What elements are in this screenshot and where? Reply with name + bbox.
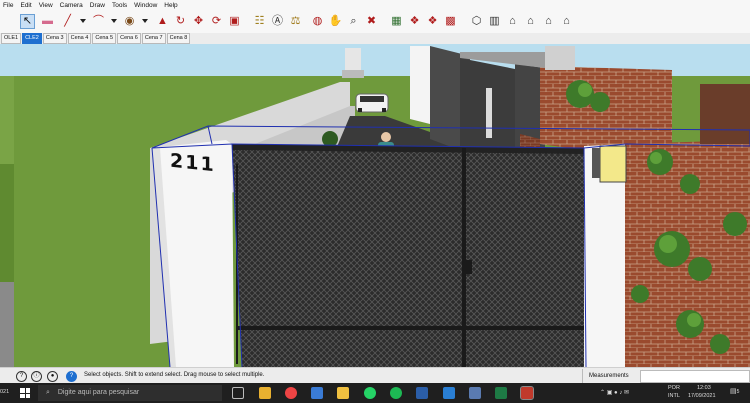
arc-icon[interactable]: ⌒: [91, 14, 106, 29]
tab-scene-3[interactable]: Cena 3: [42, 33, 67, 44]
ct-app-icon[interactable]: [416, 387, 428, 399]
clock-time[interactable]: 12:03: [697, 385, 711, 391]
credits-icon[interactable]: ⓘ: [31, 371, 42, 382]
select-icon[interactable]: ↖: [20, 14, 35, 29]
tab-scene-5[interactable]: Cena 5: [92, 33, 117, 44]
help-icon[interactable]: ?: [66, 371, 77, 382]
chrome-icon[interactable]: [285, 387, 297, 399]
measurements-field[interactable]: [640, 370, 750, 383]
notification-count: 5: [736, 389, 740, 395]
windows-taskbar: 021 ⌕ Digite aqui para pesquisar ⌃ ▣ ● ♪…: [0, 383, 750, 403]
line-icon[interactable]: ╱: [60, 14, 75, 29]
zoom-icon[interactable]: ⌕: [346, 14, 361, 29]
follow-me-icon[interactable]: ↻: [173, 14, 188, 29]
menu-view[interactable]: View: [36, 0, 57, 11]
windows-start-icon[interactable]: [20, 388, 30, 398]
push-pull-icon[interactable]: ▲: [155, 14, 170, 29]
scene-tabs: OLE1 CLE2 Cena 3 Cena 4 Cena 5 Cena 6 Ce…: [0, 33, 750, 44]
styles-icon[interactable]: ▩: [443, 14, 458, 29]
shapes-dropdown-icon[interactable]: [142, 19, 148, 23]
menu-bar: File Edit View Camera Draw Tools Window …: [0, 0, 750, 11]
back-view-icon[interactable]: ⌂: [541, 14, 556, 29]
zoom-extents-icon[interactable]: ✖: [364, 14, 379, 29]
vscode-icon[interactable]: [443, 387, 455, 399]
orbit-icon[interactable]: ◍: [310, 14, 325, 29]
scale-icon[interactable]: ▣: [227, 14, 242, 29]
status-message: Select objects. Shift to extend select. …: [84, 372, 265, 378]
file-explorer-icon[interactable]: [259, 387, 271, 399]
model-scene: [0, 44, 750, 367]
rotate-icon[interactable]: ⟳: [209, 14, 224, 29]
sketchup-icon[interactable]: [520, 386, 534, 400]
search-placeholder: Digite aqui para pesquisar: [57, 389, 140, 396]
tab-scene-1[interactable]: OLE1: [1, 33, 22, 44]
paint-bucket-icon[interactable]: ⚖: [288, 14, 303, 29]
notification-icon[interactable]: ▤5: [730, 387, 742, 399]
house-number: 211: [170, 149, 216, 177]
menu-camera[interactable]: Camera: [57, 0, 87, 11]
right-view-icon[interactable]: ⌂: [523, 14, 538, 29]
pan-icon[interactable]: ✋: [328, 14, 343, 29]
keyboard-layout[interactable]: INTL: [668, 393, 680, 399]
tab-scene-2[interactable]: CLE2: [22, 33, 42, 44]
menu-edit[interactable]: Edit: [17, 0, 35, 11]
move-icon[interactable]: ✥: [191, 14, 206, 29]
measurements-label: Measurements: [582, 369, 629, 383]
menu-tools[interactable]: Tools: [109, 0, 131, 11]
iso-view-icon[interactable]: ⬡: [469, 14, 484, 29]
search-icon: ⌕: [46, 389, 50, 396]
model-viewport[interactable]: 211: [0, 44, 750, 367]
main-toolbar: ↖ ▬ ╱ ⌒ ◉ ▲ ↻ ✥ ⟳ ▣ ☷ Ⓐ ⚖ ◍ ✋ ⌕ ✖ ▦ ❖ ❖ …: [0, 11, 750, 33]
menu-draw[interactable]: Draw: [87, 0, 109, 11]
edge-icon[interactable]: [311, 387, 323, 399]
mail-icon[interactable]: [337, 387, 349, 399]
line-dropdown-icon[interactable]: [80, 19, 86, 23]
spotify-icon[interactable]: [390, 387, 402, 399]
extension-warehouse-icon[interactable]: ❖: [407, 14, 422, 29]
shapes-icon[interactable]: ◉: [122, 14, 137, 29]
layout-icon[interactable]: ❖: [425, 14, 440, 29]
input-language[interactable]: POR: [668, 385, 680, 391]
user-icon[interactable]: ●: [47, 371, 58, 382]
tab-scene-7[interactable]: Cena 7: [141, 33, 166, 44]
menu-window[interactable]: Window: [131, 0, 161, 11]
status-bar: ? ⓘ ● ? Select objects. Shift to extend …: [0, 367, 750, 384]
top-view-icon[interactable]: ▥: [487, 14, 502, 29]
menu-help[interactable]: Help: [161, 0, 181, 11]
excel-icon[interactable]: [495, 387, 507, 399]
tray-icons[interactable]: ⌃ ▣ ● ♪ ✉: [600, 389, 629, 396]
left-view-icon[interactable]: ⌂: [559, 14, 574, 29]
task-view-icon[interactable]: [232, 387, 244, 399]
arc-dropdown-icon[interactable]: [111, 19, 117, 23]
app-icon[interactable]: [469, 387, 481, 399]
text-icon[interactable]: Ⓐ: [270, 14, 285, 29]
front-view-icon[interactable]: ⌂: [505, 14, 520, 29]
3d-warehouse-icon[interactable]: ▦: [389, 14, 404, 29]
taskbar-search[interactable]: ⌕ Digite aqui para pesquisar: [38, 385, 222, 401]
tab-scene-6[interactable]: Cena 6: [117, 33, 141, 44]
tape-measure-icon[interactable]: ☷: [252, 14, 267, 29]
geo-location-icon[interactable]: ?: [16, 371, 27, 382]
tab-scene-4[interactable]: Cena 4: [67, 33, 92, 44]
tab-scene-8[interactable]: Cena 8: [166, 33, 191, 44]
year-stub: 021: [0, 389, 10, 395]
whatsapp-icon[interactable]: [364, 387, 376, 399]
menu-file[interactable]: File: [0, 0, 17, 11]
eraser-icon[interactable]: ▬: [40, 14, 55, 29]
clock-date[interactable]: 17/09/2021: [688, 393, 716, 399]
